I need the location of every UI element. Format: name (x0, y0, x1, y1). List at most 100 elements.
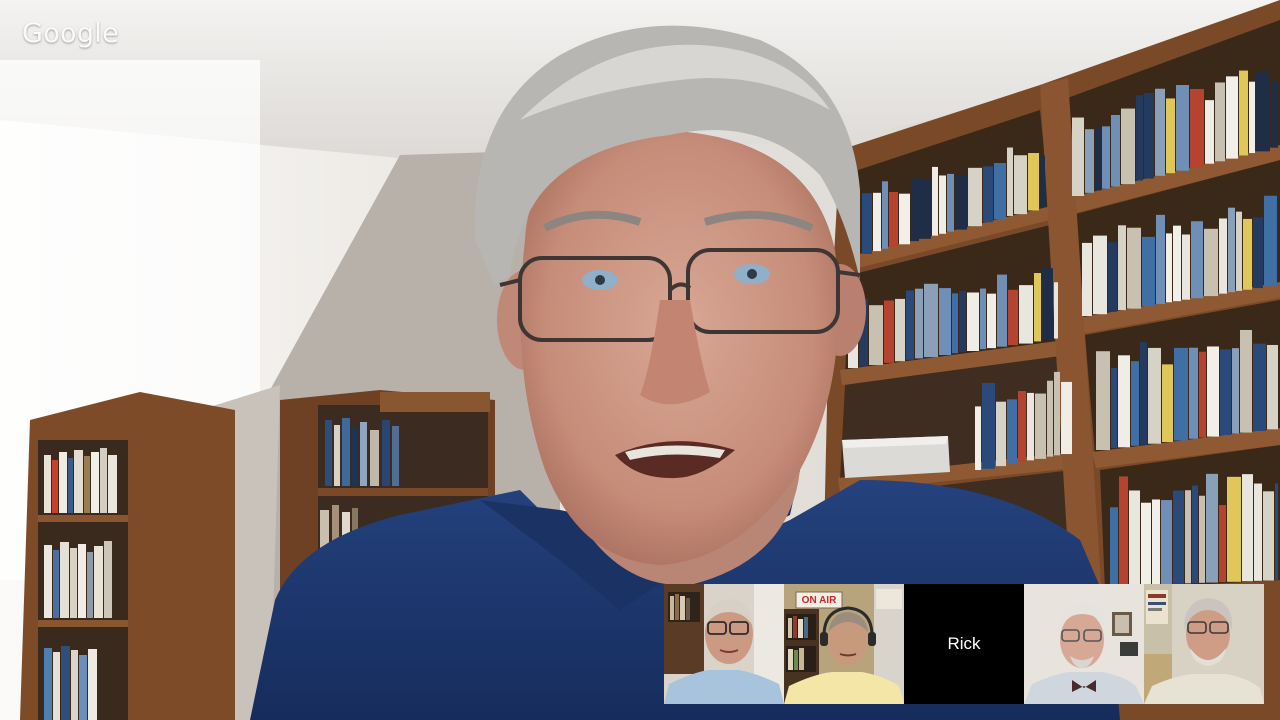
book-spine (1072, 117, 1084, 196)
book-spine (1254, 483, 1262, 581)
book-spine (1275, 483, 1278, 581)
on-air-sign: ON AIR (801, 594, 837, 606)
book-spine (1232, 348, 1239, 434)
book-spine (1108, 242, 1117, 312)
book-spine (932, 166, 938, 236)
book-spine (1207, 346, 1219, 437)
book-spine (1085, 129, 1094, 193)
participant-video-4 (1024, 584, 1144, 704)
book-spine (1095, 127, 1101, 191)
book-spine (1136, 95, 1143, 181)
google-watermark: Google (22, 18, 120, 49)
book-spine (1267, 344, 1278, 430)
book-spine (1173, 225, 1181, 302)
book-spine (1111, 368, 1117, 449)
book-spine (1240, 329, 1252, 433)
book-spine (1191, 221, 1203, 299)
book-spine (1035, 393, 1046, 459)
book-spine (959, 290, 966, 353)
book-spine (1140, 342, 1147, 445)
book-spine (980, 288, 986, 350)
book-spine (1096, 351, 1110, 450)
book-spine (911, 178, 919, 242)
book-spine (1042, 268, 1053, 341)
book-spine (884, 300, 894, 363)
book-spine (1239, 70, 1248, 156)
book-spine (1082, 242, 1092, 316)
book-spine (1236, 211, 1242, 291)
participant-tile-4[interactable] (1024, 584, 1144, 704)
book-spine (975, 406, 981, 470)
book-spine (1173, 490, 1184, 584)
book-spine (1206, 473, 1218, 583)
book-spine (1061, 381, 1072, 455)
book-spine (1205, 100, 1214, 164)
book-spine (873, 192, 881, 252)
book-spine (1019, 285, 1033, 344)
book-spine (1027, 392, 1034, 461)
book-spine (1007, 399, 1017, 465)
book-spine (1182, 234, 1190, 300)
book-spine (1131, 361, 1139, 446)
book-spine (1118, 355, 1130, 448)
book-spine (1176, 85, 1189, 171)
book-spine (1249, 81, 1255, 154)
book-spine (1156, 214, 1165, 304)
book-spine (997, 274, 1007, 347)
participant-tile-5[interactable] (1144, 584, 1264, 704)
book-spine (1253, 343, 1266, 432)
book-spine (1199, 351, 1206, 438)
participant-tile-3[interactable]: Rick (904, 584, 1024, 704)
book-spine (1166, 233, 1172, 303)
participant-name-label: Rick (947, 634, 981, 653)
book-spine (1253, 217, 1263, 289)
book-spine (1174, 347, 1188, 441)
book-spine (924, 283, 938, 358)
book-spine (1166, 98, 1175, 174)
participant-video-5 (1144, 584, 1264, 704)
hangout-window: Google ON AIR Rick (0, 0, 1280, 720)
book-spine (1243, 218, 1252, 290)
book-spine (1220, 349, 1231, 436)
book-spine (1008, 289, 1018, 346)
book-spine (895, 298, 905, 362)
book-spine (920, 179, 931, 239)
book-spine (1007, 147, 1013, 216)
book-spine (1263, 491, 1274, 581)
book-spine (1162, 364, 1173, 443)
book-spine (906, 290, 914, 360)
book-spine (1271, 81, 1278, 148)
book-spine (1264, 195, 1277, 287)
book-spine (862, 193, 872, 254)
book-spine (947, 173, 954, 232)
book-spine (1014, 155, 1027, 215)
book-spine (939, 288, 951, 355)
book-spine (1127, 227, 1141, 309)
participant-tile-1[interactable] (664, 584, 784, 704)
book-spine (1018, 391, 1026, 463)
book-spine (955, 174, 967, 230)
book-spine (1028, 153, 1039, 211)
book-spine (1121, 108, 1135, 185)
book-spine (1144, 92, 1154, 179)
book-spine (952, 293, 958, 354)
book-spine (899, 193, 910, 245)
book-spine (1190, 88, 1204, 168)
book-spine (1142, 236, 1155, 307)
book-spine (889, 191, 898, 247)
book-spine (1155, 88, 1165, 176)
book-spine (1189, 347, 1198, 439)
book-spine (1204, 228, 1218, 297)
book-spine (1141, 502, 1151, 585)
book-spine (1228, 207, 1235, 293)
book-spine (1185, 490, 1191, 584)
book-spine (869, 305, 883, 365)
book-spine (994, 162, 1006, 220)
book-spine (996, 401, 1006, 467)
book-spine (967, 292, 979, 351)
book-spine (1199, 495, 1205, 583)
book-spine (1152, 499, 1160, 585)
book-spine (915, 288, 923, 359)
book-spine (1215, 82, 1225, 162)
participant-tile-2[interactable]: ON AIR (784, 584, 904, 704)
